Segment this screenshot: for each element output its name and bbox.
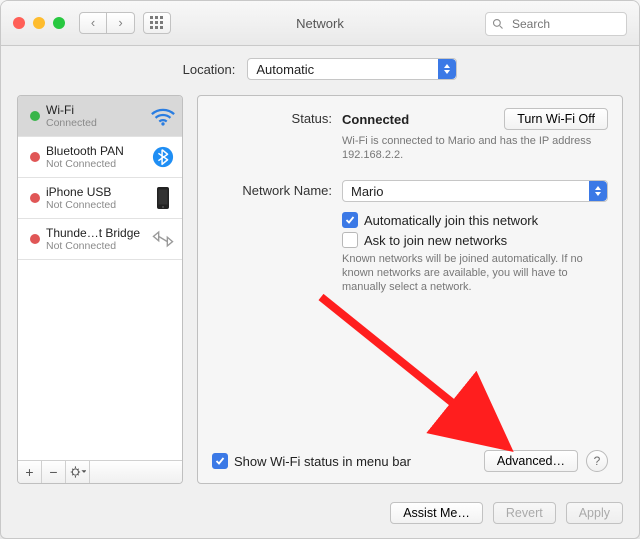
location-select[interactable]: Automatic xyxy=(247,58,457,80)
remove-service-button[interactable]: − xyxy=(42,461,66,483)
iphone-icon xyxy=(150,185,176,211)
gear-icon xyxy=(70,466,86,478)
service-status: Connected xyxy=(46,117,146,129)
window-footer: Assist Me… Revert Apply xyxy=(390,502,623,524)
auto-join-row: Automatically join this network Ask to j… xyxy=(212,208,608,294)
service-texts: Bluetooth PAN Not Connected xyxy=(46,144,146,170)
detail-pane: Status: Connected Turn Wi-Fi Off Wi-Fi i… xyxy=(197,95,623,484)
status-dot xyxy=(30,234,40,244)
service-status: Not Connected xyxy=(46,240,146,252)
service-name: Thunde…t Bridge xyxy=(46,226,146,240)
service-texts: Thunde…t Bridge Not Connected xyxy=(46,226,146,252)
zoom-window-button[interactable] xyxy=(53,17,65,29)
body: Wi-Fi Connected Bluetooth PAN Not Connec… xyxy=(17,95,623,484)
network-name-label: Network Name: xyxy=(212,180,342,202)
service-name: Bluetooth PAN xyxy=(46,144,146,158)
detail-footer: Show Wi-Fi status in menu bar Advanced… … xyxy=(212,449,608,473)
status-dot xyxy=(30,111,40,121)
menubar-status-label: Show Wi-Fi status in menu bar xyxy=(234,454,411,469)
status-row: Status: Connected Turn Wi-Fi Off Wi-Fi i… xyxy=(212,108,608,162)
status-description: Wi-Fi is connected to Mario and has the … xyxy=(342,134,592,162)
location-label: Location: xyxy=(183,62,236,77)
titlebar: ‹ › Network xyxy=(1,1,639,46)
service-status: Not Connected xyxy=(46,158,146,170)
location-row: Location: Automatic xyxy=(1,46,639,92)
advanced-button[interactable]: Advanced… xyxy=(484,450,578,472)
status-value: Connected xyxy=(342,112,409,127)
revert-button[interactable]: Revert xyxy=(493,502,556,524)
status-label: Status: xyxy=(212,108,342,162)
assist-me-button[interactable]: Assist Me… xyxy=(390,502,483,524)
thunderbolt-bridge-icon xyxy=(150,226,176,252)
status-dot xyxy=(30,193,40,203)
window-controls xyxy=(13,17,65,29)
service-item-bluetooth[interactable]: Bluetooth PAN Not Connected xyxy=(18,137,182,178)
apply-button[interactable]: Apply xyxy=(566,502,623,524)
forward-button[interactable]: › xyxy=(107,12,135,34)
wifi-icon xyxy=(150,103,176,129)
service-actions-button[interactable] xyxy=(66,461,90,483)
search-input[interactable] xyxy=(510,16,626,32)
close-window-button[interactable] xyxy=(13,17,25,29)
ask-join-label: Ask to join new networks xyxy=(364,233,507,248)
service-name: iPhone USB xyxy=(46,185,146,199)
location-value: Automatic xyxy=(256,62,314,77)
service-texts: iPhone USB Not Connected xyxy=(46,185,146,211)
menubar-status-checkbox[interactable]: Show Wi-Fi status in menu bar xyxy=(212,453,411,469)
checkbox-icon xyxy=(342,212,358,228)
search-icon xyxy=(492,18,504,30)
turn-wifi-off-button[interactable]: Turn Wi-Fi Off xyxy=(504,108,608,130)
search-field[interactable] xyxy=(485,12,627,36)
network-name-row: Network Name: Mario xyxy=(212,180,608,202)
service-list-toolbar: + − xyxy=(18,460,182,483)
service-name: Wi-Fi xyxy=(46,103,146,117)
service-item-wifi[interactable]: Wi-Fi Connected xyxy=(18,96,182,137)
network-name-select[interactable]: Mario xyxy=(342,180,608,202)
add-service-button[interactable]: + xyxy=(18,461,42,483)
auto-join-label: Automatically join this network xyxy=(364,213,538,228)
chevron-updown-icon xyxy=(589,181,607,201)
back-button[interactable]: ‹ xyxy=(79,12,107,34)
checkbox-icon xyxy=(342,232,358,248)
network-prefs-window: ‹ › Network Location: Automatic Wi xyxy=(0,0,640,539)
service-texts: Wi-Fi Connected xyxy=(46,103,146,129)
status-dot xyxy=(30,152,40,162)
grid-icon xyxy=(150,16,164,30)
service-list: Wi-Fi Connected Bluetooth PAN Not Connec… xyxy=(17,95,183,484)
ask-join-checkbox[interactable]: Ask to join new networks xyxy=(342,232,608,248)
ask-join-description: Known networks will be joined automatica… xyxy=(342,252,592,294)
nav-buttons: ‹ › xyxy=(79,12,135,34)
service-item-thunderbolt-bridge[interactable]: Thunde…t Bridge Not Connected xyxy=(18,219,182,260)
checkbox-icon xyxy=(212,453,228,469)
chevron-updown-icon xyxy=(438,59,456,79)
network-name-value: Mario xyxy=(351,184,384,199)
service-item-iphone-usb[interactable]: iPhone USB Not Connected xyxy=(18,178,182,219)
show-all-button[interactable] xyxy=(143,12,171,34)
help-button[interactable]: ? xyxy=(586,450,608,472)
bluetooth-icon xyxy=(150,144,176,170)
service-status: Not Connected xyxy=(46,199,146,211)
auto-join-checkbox[interactable]: Automatically join this network xyxy=(342,212,608,228)
minimize-window-button[interactable] xyxy=(33,17,45,29)
